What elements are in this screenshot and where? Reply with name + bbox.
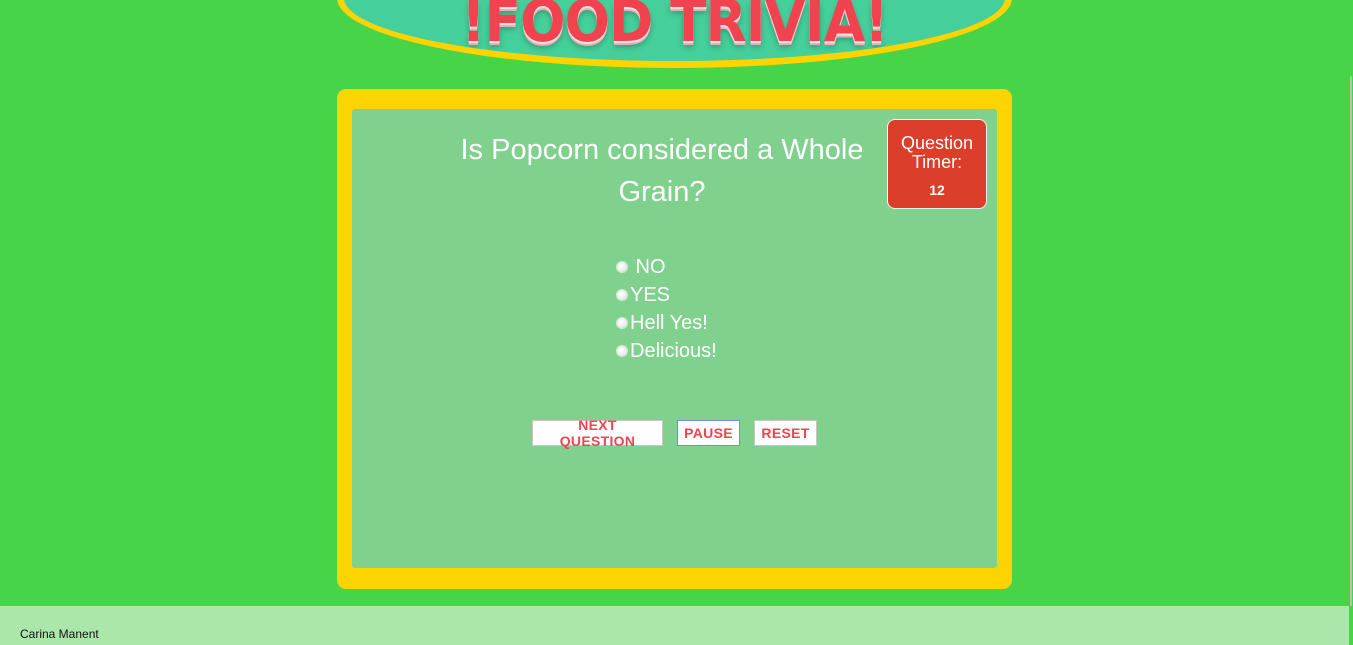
answer-label: Delicious! [630,339,717,362]
radio-button[interactable] [617,346,627,356]
answer-option-yes[interactable]: YES [617,281,717,309]
pause-button[interactable]: PAUSE [677,420,740,446]
answer-option-hell-yes[interactable]: Hell Yes! [617,309,717,337]
page-title: !FOOD TRIVIA! [461,0,888,55]
answer-label: YES [630,283,671,306]
answer-label: NO [630,255,666,278]
scrollbar-thumb[interactable] [1350,76,1352,606]
question-text: Is Popcorn considered a Whole Grain? [460,134,864,208]
timer-value: 12 [929,182,945,198]
trivia-card: Is Popcorn considered a Whole Grain? Que… [337,89,1012,589]
trivia-card-content: Is Popcorn considered a Whole Grain? Que… [352,109,997,568]
reset-button[interactable]: RESET [754,420,817,446]
radio-button[interactable] [617,318,627,328]
footer-credit: Carina Manent [20,627,99,641]
radio-button[interactable] [617,262,627,272]
radio-button[interactable] [617,290,627,300]
answer-option-no[interactable]: NO [617,253,717,281]
scrollbar-track[interactable] [1349,0,1353,606]
timer-label: Question Timer: [900,133,974,172]
answer-label: Hell Yes! [630,311,708,334]
answer-list: NO YES Hell Yes! Delicious! [617,253,717,365]
header-banner: !FOOD TRIVIA! [337,0,1012,68]
answer-option-delicious[interactable]: Delicious! [617,337,717,365]
question-timer: Question Timer: 12 [887,119,987,209]
next-question-button[interactable]: NEXT QUESTION [532,417,663,449]
footer: Carina Manent [0,606,1349,645]
control-buttons: NEXT QUESTION PAUSE RESET [532,417,817,449]
